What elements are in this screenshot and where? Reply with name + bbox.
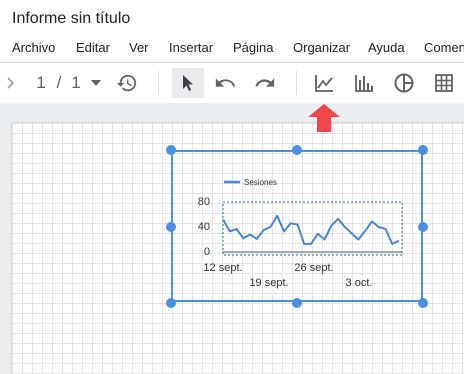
menu-editar[interactable]: Editar	[76, 40, 110, 55]
page-total: 1	[71, 73, 81, 92]
redo-icon[interactable]	[252, 63, 278, 103]
menu-ayuda[interactable]: Ayuda	[368, 40, 405, 55]
toolbar: 1 / 1	[0, 62, 464, 104]
report-title[interactable]: Informe sin título	[12, 10, 130, 28]
toolbar-separator	[158, 71, 159, 95]
history-icon[interactable]	[114, 63, 140, 103]
page-separator: /	[56, 73, 62, 92]
menu-pagina[interactable]: Página	[233, 40, 273, 55]
up-arrow-icon	[308, 104, 340, 132]
bar-chart-icon[interactable]	[350, 63, 378, 103]
toolbar-separator	[296, 71, 297, 95]
select-pointer-icon[interactable]	[172, 68, 204, 98]
line-chart-icon[interactable]	[310, 63, 338, 103]
menu-insertar[interactable]: Insertar	[169, 40, 213, 55]
x-tick-label: 3 oct.	[346, 277, 373, 289]
pie-chart-icon[interactable]	[390, 63, 418, 103]
menu-archivo[interactable]: Archivo	[12, 40, 55, 55]
series-line-sesiones	[222, 214, 400, 245]
legend-label[interactable]: Sesiones	[244, 178, 277, 187]
menu-comentarios[interactable]: Comen	[424, 40, 464, 55]
table-icon[interactable]	[430, 63, 458, 103]
y-tick-label: 40	[198, 221, 210, 233]
x-tick-label: 12 sept.	[203, 262, 242, 274]
menu-bar: Archivo Editar Ver Insertar Página Organ…	[0, 40, 464, 58]
y-tick-label: 0	[204, 246, 210, 258]
time-series-chart: Sesiones 80 40 0 12 sept. 26 sept. 19 se…	[198, 178, 403, 289]
y-tick-label: 80	[198, 196, 210, 208]
x-tick-label: 26 sept.	[294, 262, 333, 274]
menu-ver[interactable]: Ver	[129, 40, 149, 55]
plot-area-selection[interactable]	[222, 201, 403, 256]
page-dropdown-icon[interactable]	[88, 63, 104, 103]
menu-organizar[interactable]: Organizar	[293, 40, 350, 55]
page-current[interactable]: 1	[34, 63, 48, 103]
x-tick-label: 19 sept.	[249, 277, 288, 289]
undo-icon[interactable]	[212, 63, 238, 103]
prev-page-icon[interactable]	[2, 63, 18, 103]
